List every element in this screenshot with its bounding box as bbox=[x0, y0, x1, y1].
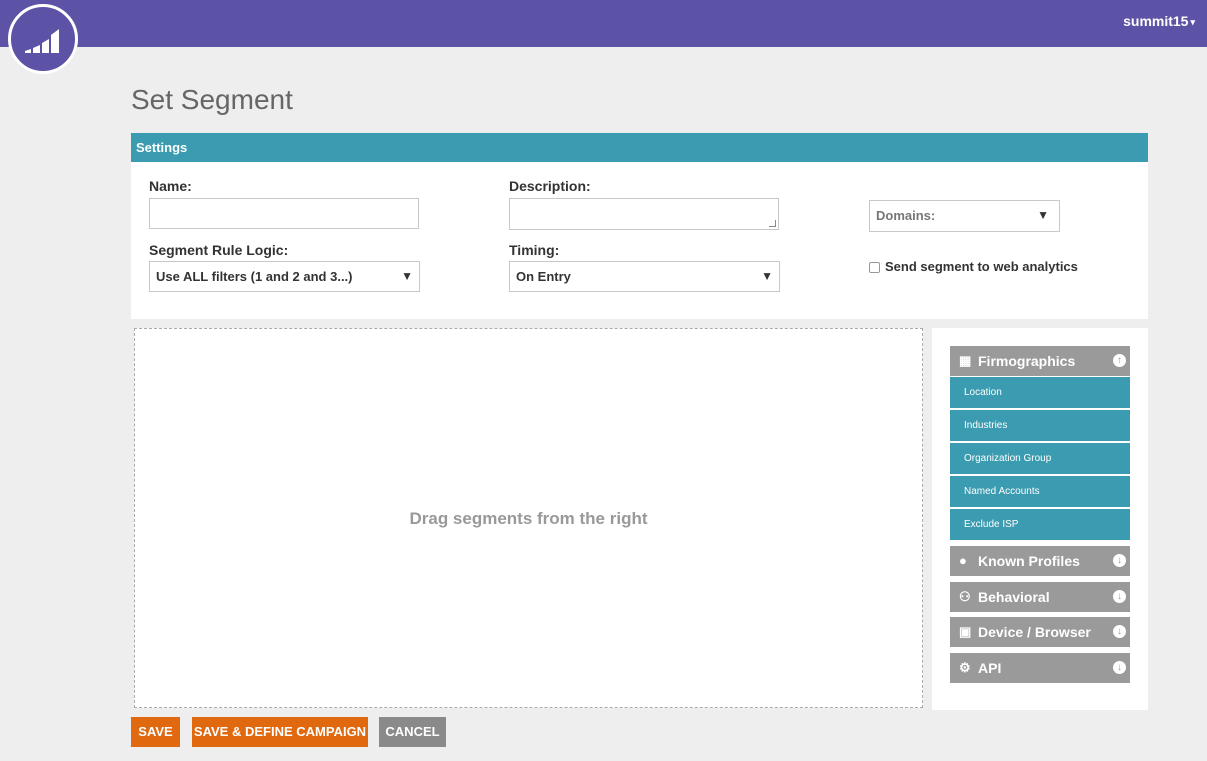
gears-icon: ⚙ bbox=[959, 660, 971, 675]
rule-logic-label: Segment Rule Logic: bbox=[149, 242, 289, 258]
user-menu[interactable]: summit15 ▾ bbox=[1123, 13, 1195, 29]
analytics-label: Send segment to web analytics bbox=[885, 259, 1078, 274]
save-define-campaign-button[interactable]: SAVE & DEFINE CAMPAIGN bbox=[192, 717, 368, 747]
domains-select[interactable]: Domains: ▼ bbox=[869, 200, 1060, 232]
marketo-logo[interactable] bbox=[8, 4, 78, 74]
person-icon: ● bbox=[959, 553, 967, 568]
timing-value: On Entry bbox=[516, 269, 571, 284]
segment-item-organization-group[interactable]: Organization Group bbox=[950, 443, 1130, 474]
category-label: Device / Browser bbox=[978, 624, 1091, 640]
settings-header: Settings bbox=[131, 133, 1148, 162]
chevron-down-icon: ▼ bbox=[401, 269, 413, 283]
category-label: Behavioral bbox=[978, 589, 1050, 605]
behavior-icon: ⚇ bbox=[959, 589, 971, 604]
expand-icon[interactable]: ↓ bbox=[1113, 554, 1126, 567]
expand-icon[interactable]: ↓ bbox=[1113, 625, 1126, 638]
settings-panel: Settings Name: Description: Domains: ▼ S… bbox=[131, 133, 1148, 319]
domains-label: Domains: bbox=[876, 208, 936, 223]
expand-icon[interactable]: ↓ bbox=[1113, 661, 1126, 674]
segment-palette: ▦ Firmographics ↑ Location Industries Or… bbox=[932, 328, 1148, 710]
analytics-checkbox[interactable] bbox=[869, 262, 880, 273]
description-label: Description: bbox=[509, 178, 591, 194]
category-api[interactable]: ⚙ API ↓ bbox=[950, 653, 1130, 683]
category-known-profiles[interactable]: ● Known Profiles ↓ bbox=[950, 546, 1130, 576]
segment-item-industries[interactable]: Industries bbox=[950, 410, 1130, 441]
category-behavioral[interactable]: ⚇ Behavioral ↓ bbox=[950, 582, 1130, 612]
segment-item-named-accounts[interactable]: Named Accounts bbox=[950, 476, 1130, 507]
collapse-icon[interactable]: ↑ bbox=[1113, 354, 1126, 367]
expand-icon[interactable]: ↓ bbox=[1113, 590, 1126, 603]
category-device-browser[interactable]: ▣ Device / Browser ↓ bbox=[950, 617, 1130, 647]
segment-item-location[interactable]: Location bbox=[950, 377, 1130, 408]
category-label: Firmographics bbox=[978, 353, 1076, 369]
save-button[interactable]: SAVE bbox=[131, 717, 180, 747]
page-title: Set Segment bbox=[131, 84, 293, 115]
dropzone-hint: Drag segments from the right bbox=[409, 509, 648, 528]
username: summit15 bbox=[1123, 13, 1189, 29]
cancel-button[interactable]: CANCEL bbox=[379, 717, 446, 747]
description-textarea[interactable] bbox=[509, 198, 779, 230]
device-icon: ▣ bbox=[959, 624, 972, 639]
category-label: Known Profiles bbox=[978, 553, 1080, 569]
name-label: Name: bbox=[149, 178, 192, 194]
marketo-bars-icon bbox=[25, 29, 59, 53]
name-input[interactable] bbox=[149, 198, 419, 229]
chevron-down-icon: ▾ bbox=[1190, 16, 1195, 27]
top-nav-bar bbox=[0, 0, 1207, 47]
category-label: API bbox=[978, 660, 1002, 676]
chevron-down-icon: ▼ bbox=[1037, 208, 1049, 222]
timing-label: Timing: bbox=[509, 242, 560, 258]
category-firmographics[interactable]: ▦ Firmographics ↑ bbox=[950, 346, 1130, 376]
resize-handle-icon[interactable] bbox=[769, 220, 776, 227]
segment-item-exclude-isp[interactable]: Exclude ISP bbox=[950, 509, 1130, 540]
building-icon: ▦ bbox=[959, 353, 972, 368]
segment-dropzone[interactable]: Drag segments from the right bbox=[134, 328, 923, 708]
chevron-down-icon: ▼ bbox=[761, 269, 773, 283]
timing-select[interactable]: On Entry ▼ bbox=[509, 261, 780, 292]
rule-logic-value: Use ALL filters (1 and 2 and 3...) bbox=[156, 269, 353, 284]
rule-logic-select[interactable]: Use ALL filters (1 and 2 and 3...) ▼ bbox=[149, 261, 420, 292]
